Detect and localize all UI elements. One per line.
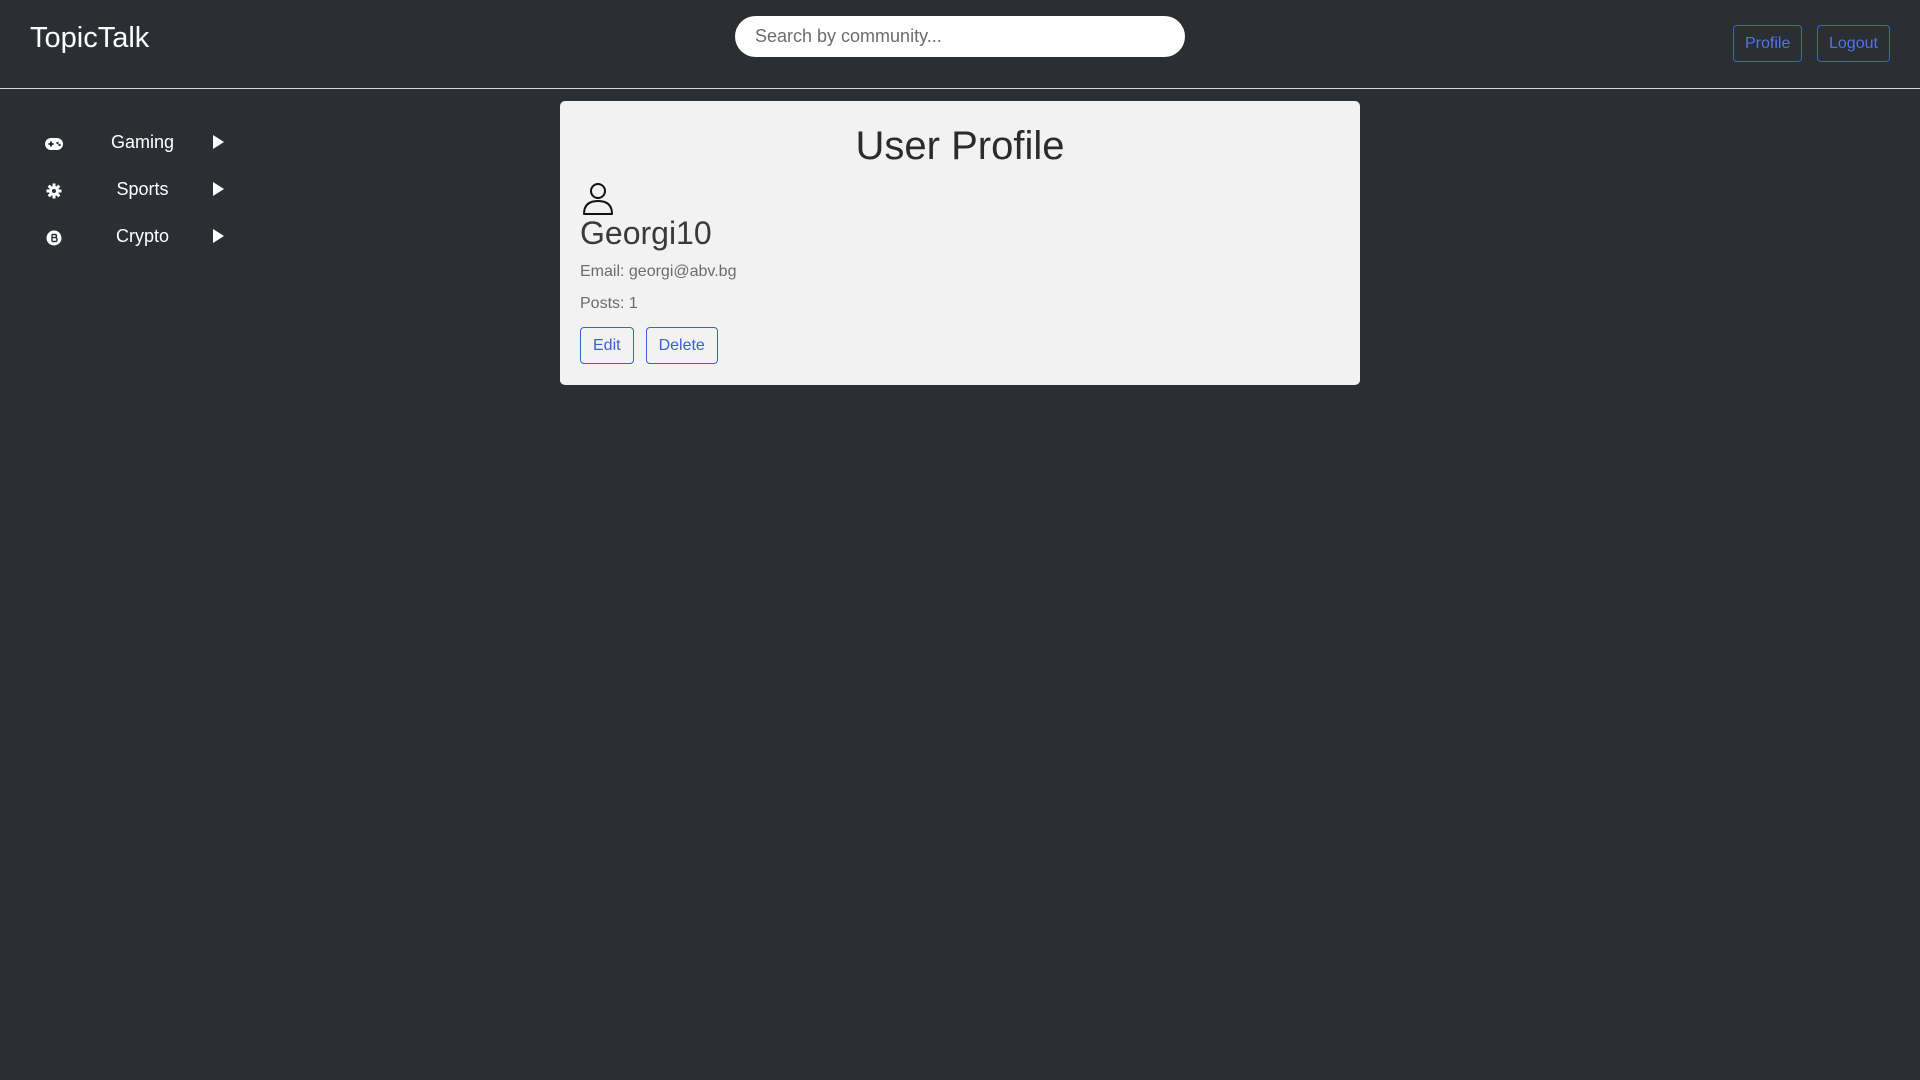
- page-title: User Profile: [855, 124, 1065, 168]
- sidebar-item-label: Crypto: [115, 226, 169, 246]
- username: Georgi10: [580, 215, 712, 251]
- bitcoin-icon: [45, 229, 63, 247]
- user-profile-card: User Profile Georgi10 Email: georgi@abv.…: [560, 101, 1360, 385]
- top-navbar: TopicTalk Profile Logout: [0, 0, 1920, 89]
- brand-logo[interactable]: TopicTalk: [30, 22, 149, 55]
- sidebar-item-sports[interactable]: Sports: [0, 167, 260, 214]
- user-email: Email: georgi@abv.bg: [580, 263, 737, 280]
- gear-icon: [45, 182, 63, 200]
- sidebar-item-label: Sports: [116, 179, 169, 199]
- delete-button[interactable]: Delete: [645, 327, 718, 364]
- search-input[interactable]: [735, 16, 1185, 57]
- sidebar-item-gaming[interactable]: Gaming: [0, 120, 260, 167]
- sidebar: Gaming Sports Crypto: [0, 120, 260, 261]
- logout-button[interactable]: Logout: [1817, 25, 1890, 62]
- user-icon: [580, 180, 616, 216]
- edit-button[interactable]: Edit: [580, 327, 634, 364]
- caret-right-icon[interactable]: [213, 229, 224, 243]
- sidebar-item-label: Gaming: [110, 132, 175, 152]
- caret-right-icon[interactable]: [213, 182, 224, 196]
- user-post-count: Posts: 1: [580, 295, 638, 312]
- profile-button[interactable]: Profile: [1733, 25, 1803, 62]
- caret-right-icon[interactable]: [213, 135, 224, 149]
- gamepad-icon: [45, 135, 63, 153]
- sidebar-item-crypto[interactable]: Crypto: [0, 214, 260, 261]
- profile-actions: Edit Delete: [580, 327, 1340, 364]
